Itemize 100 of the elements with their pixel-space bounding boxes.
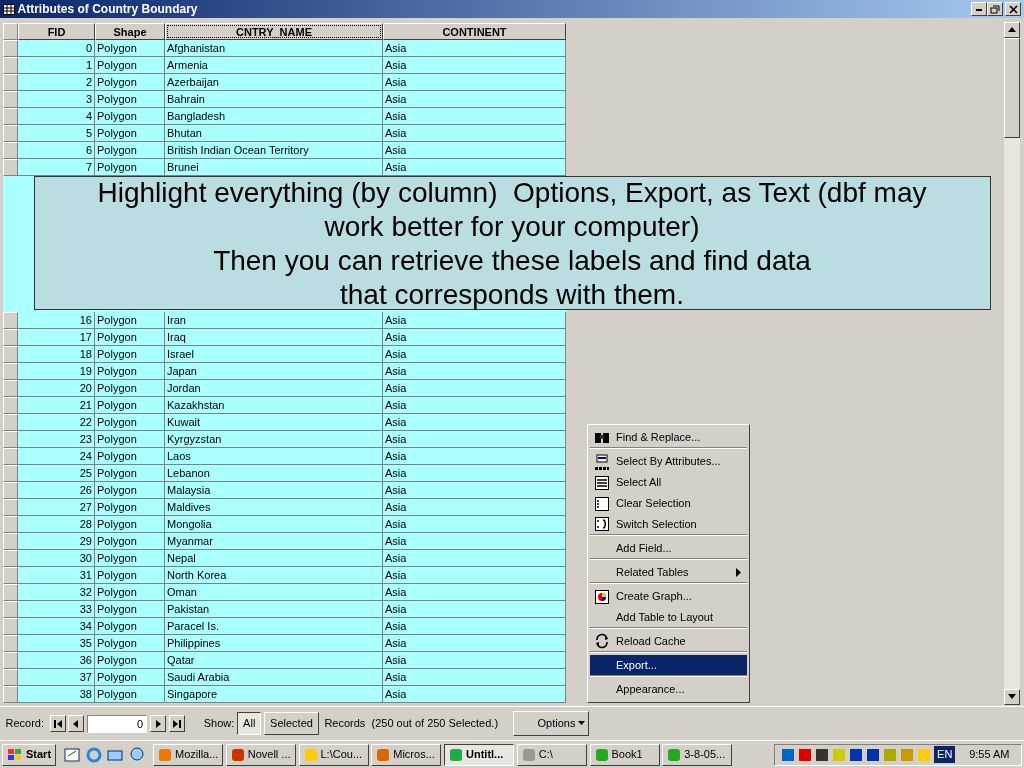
taskbar-button[interactable]: C:\ — [516, 743, 587, 766]
row-selector[interactable] — [3, 652, 18, 669]
table-cell: Asia — [383, 397, 566, 414]
last-record-button[interactable] — [168, 715, 185, 732]
taskbar-button[interactable]: L:\Cou... — [298, 743, 369, 766]
table-cell: Japan — [165, 363, 383, 380]
row-selector[interactable] — [3, 329, 18, 346]
table-cell: Laos — [165, 448, 383, 465]
menu-item[interactable]: Add Table to Layout — [590, 607, 747, 628]
row-selector[interactable] — [3, 40, 18, 57]
language-indicator[interactable]: EN — [934, 746, 956, 763]
table-cell: 28 — [18, 516, 95, 533]
taskbar-button[interactable]: Book1 — [589, 743, 660, 766]
next-record-button[interactable] — [149, 715, 166, 732]
row-selector[interactable] — [3, 669, 18, 686]
row-selector[interactable] — [3, 465, 18, 482]
menu-item[interactable]: Add Field... — [590, 538, 747, 559]
table-cell: Asia — [383, 312, 566, 329]
row-selector[interactable] — [3, 91, 18, 108]
browser-icon[interactable] — [86, 747, 102, 762]
menu-item[interactable]: Clear Selection — [590, 493, 747, 514]
restore-button[interactable] — [987, 2, 1004, 16]
taskbar-button[interactable]: Mozilla... — [153, 743, 223, 766]
table-cell: Polygon — [95, 431, 165, 448]
row-selector[interactable] — [3, 635, 18, 652]
row-selector[interactable] — [3, 567, 18, 584]
table-cell: Saudi Arabia — [165, 669, 383, 686]
close-button[interactable] — [1005, 2, 1022, 16]
tray-icon — [900, 746, 915, 763]
table-cell: Asia — [383, 652, 566, 669]
row-selector[interactable] — [3, 159, 18, 176]
menu-item[interactable]: Related Tables — [590, 562, 747, 583]
close-icon — [1007, 3, 1020, 15]
menu-item[interactable]: Find & Replace... — [590, 427, 747, 448]
menu-item[interactable]: Appearance... — [590, 679, 747, 700]
table-cell: 5 — [18, 125, 95, 142]
row-selector[interactable] — [3, 125, 18, 142]
desktop-icon[interactable] — [64, 748, 80, 761]
column-header[interactable]: CNTRY_NAME — [165, 23, 383, 40]
row-selector[interactable] — [3, 380, 18, 397]
taskbar-button[interactable]: 3-8-05... — [662, 743, 733, 766]
row-selector[interactable] — [3, 499, 18, 516]
row-selector[interactable] — [3, 346, 18, 363]
first-record-button[interactable] — [49, 715, 66, 732]
row-selector[interactable] — [3, 550, 18, 567]
previous-record-button[interactable] — [68, 715, 85, 732]
annotation-text: Then you can retrieve these labels and find data — [213, 244, 811, 278]
table-cell: 19 — [18, 363, 95, 380]
show-label: Show: — [203, 716, 235, 732]
menu-item[interactable]: Select By Attributes... — [590, 451, 747, 472]
row-selector[interactable] — [3, 516, 18, 533]
taskbar-button[interactable]: Novell ... — [225, 743, 296, 766]
menu-item[interactable]: Export... — [590, 655, 747, 676]
table-cell: 37 — [18, 669, 95, 686]
start-button[interactable]: Start — [2, 743, 56, 766]
vertical-scrollbar[interactable] — [1004, 22, 1020, 705]
tray-icon — [815, 746, 830, 763]
row-selector[interactable] — [3, 57, 18, 74]
row-selector[interactable] — [3, 23, 18, 40]
tray-icon — [866, 746, 881, 763]
chat-icon[interactable] — [130, 747, 144, 760]
row-selector[interactable] — [3, 482, 18, 499]
menu-item[interactable]: Select All — [590, 472, 747, 493]
scrollbar-thumb[interactable] — [1004, 38, 1020, 138]
row-selector[interactable] — [3, 686, 18, 703]
row-selector[interactable] — [3, 448, 18, 465]
column-header[interactable]: CONTINENT — [383, 23, 566, 40]
menu-item[interactable]: Switch Selection — [590, 514, 747, 535]
minimize-button[interactable] — [971, 2, 988, 16]
column-header[interactable]: FID — [18, 23, 95, 40]
column-header[interactable]: Shape — [95, 23, 165, 40]
table-cell: 38 — [18, 686, 95, 703]
row-selector[interactable] — [3, 363, 18, 380]
row-selector[interactable] — [3, 431, 18, 448]
show-toggle[interactable]: Selected — [264, 712, 319, 735]
row-selector[interactable] — [3, 533, 18, 550]
mail-icon[interactable] — [107, 750, 123, 760]
menu-item[interactable]: Create Graph... — [590, 586, 747, 607]
taskbar-button[interactable]: Untitl... — [444, 743, 514, 766]
row-selector[interactable] — [3, 601, 18, 618]
row-selector[interactable] — [3, 618, 18, 635]
record-field[interactable]: 0 — [87, 714, 148, 733]
show-toggle[interactable]: All — [237, 712, 262, 735]
table-cell: 34 — [18, 618, 95, 635]
up-arrow-icon[interactable] — [1008, 27, 1016, 33]
annotation-text: Highlight everything (by column) Options, Export, as Text (dbf may — [97, 176, 927, 210]
taskbar-button[interactable]: Micros... — [371, 743, 442, 766]
row-selector[interactable] — [3, 74, 18, 91]
menu-item[interactable]: Reload Cache — [590, 631, 747, 652]
options-button[interactable]: Options — [512, 711, 589, 736]
down-arrow-icon[interactable] — [1008, 694, 1016, 700]
table-cell: Asia — [383, 567, 566, 584]
row-selector[interactable] — [3, 108, 18, 125]
row-selector[interactable] — [3, 312, 18, 329]
row-selector[interactable] — [3, 397, 18, 414]
table-cell: Polygon — [95, 584, 165, 601]
row-selector[interactable] — [3, 414, 18, 431]
row-selector[interactable] — [3, 584, 18, 601]
row-selector[interactable] — [3, 142, 18, 159]
table-cell: 3 — [18, 91, 95, 108]
